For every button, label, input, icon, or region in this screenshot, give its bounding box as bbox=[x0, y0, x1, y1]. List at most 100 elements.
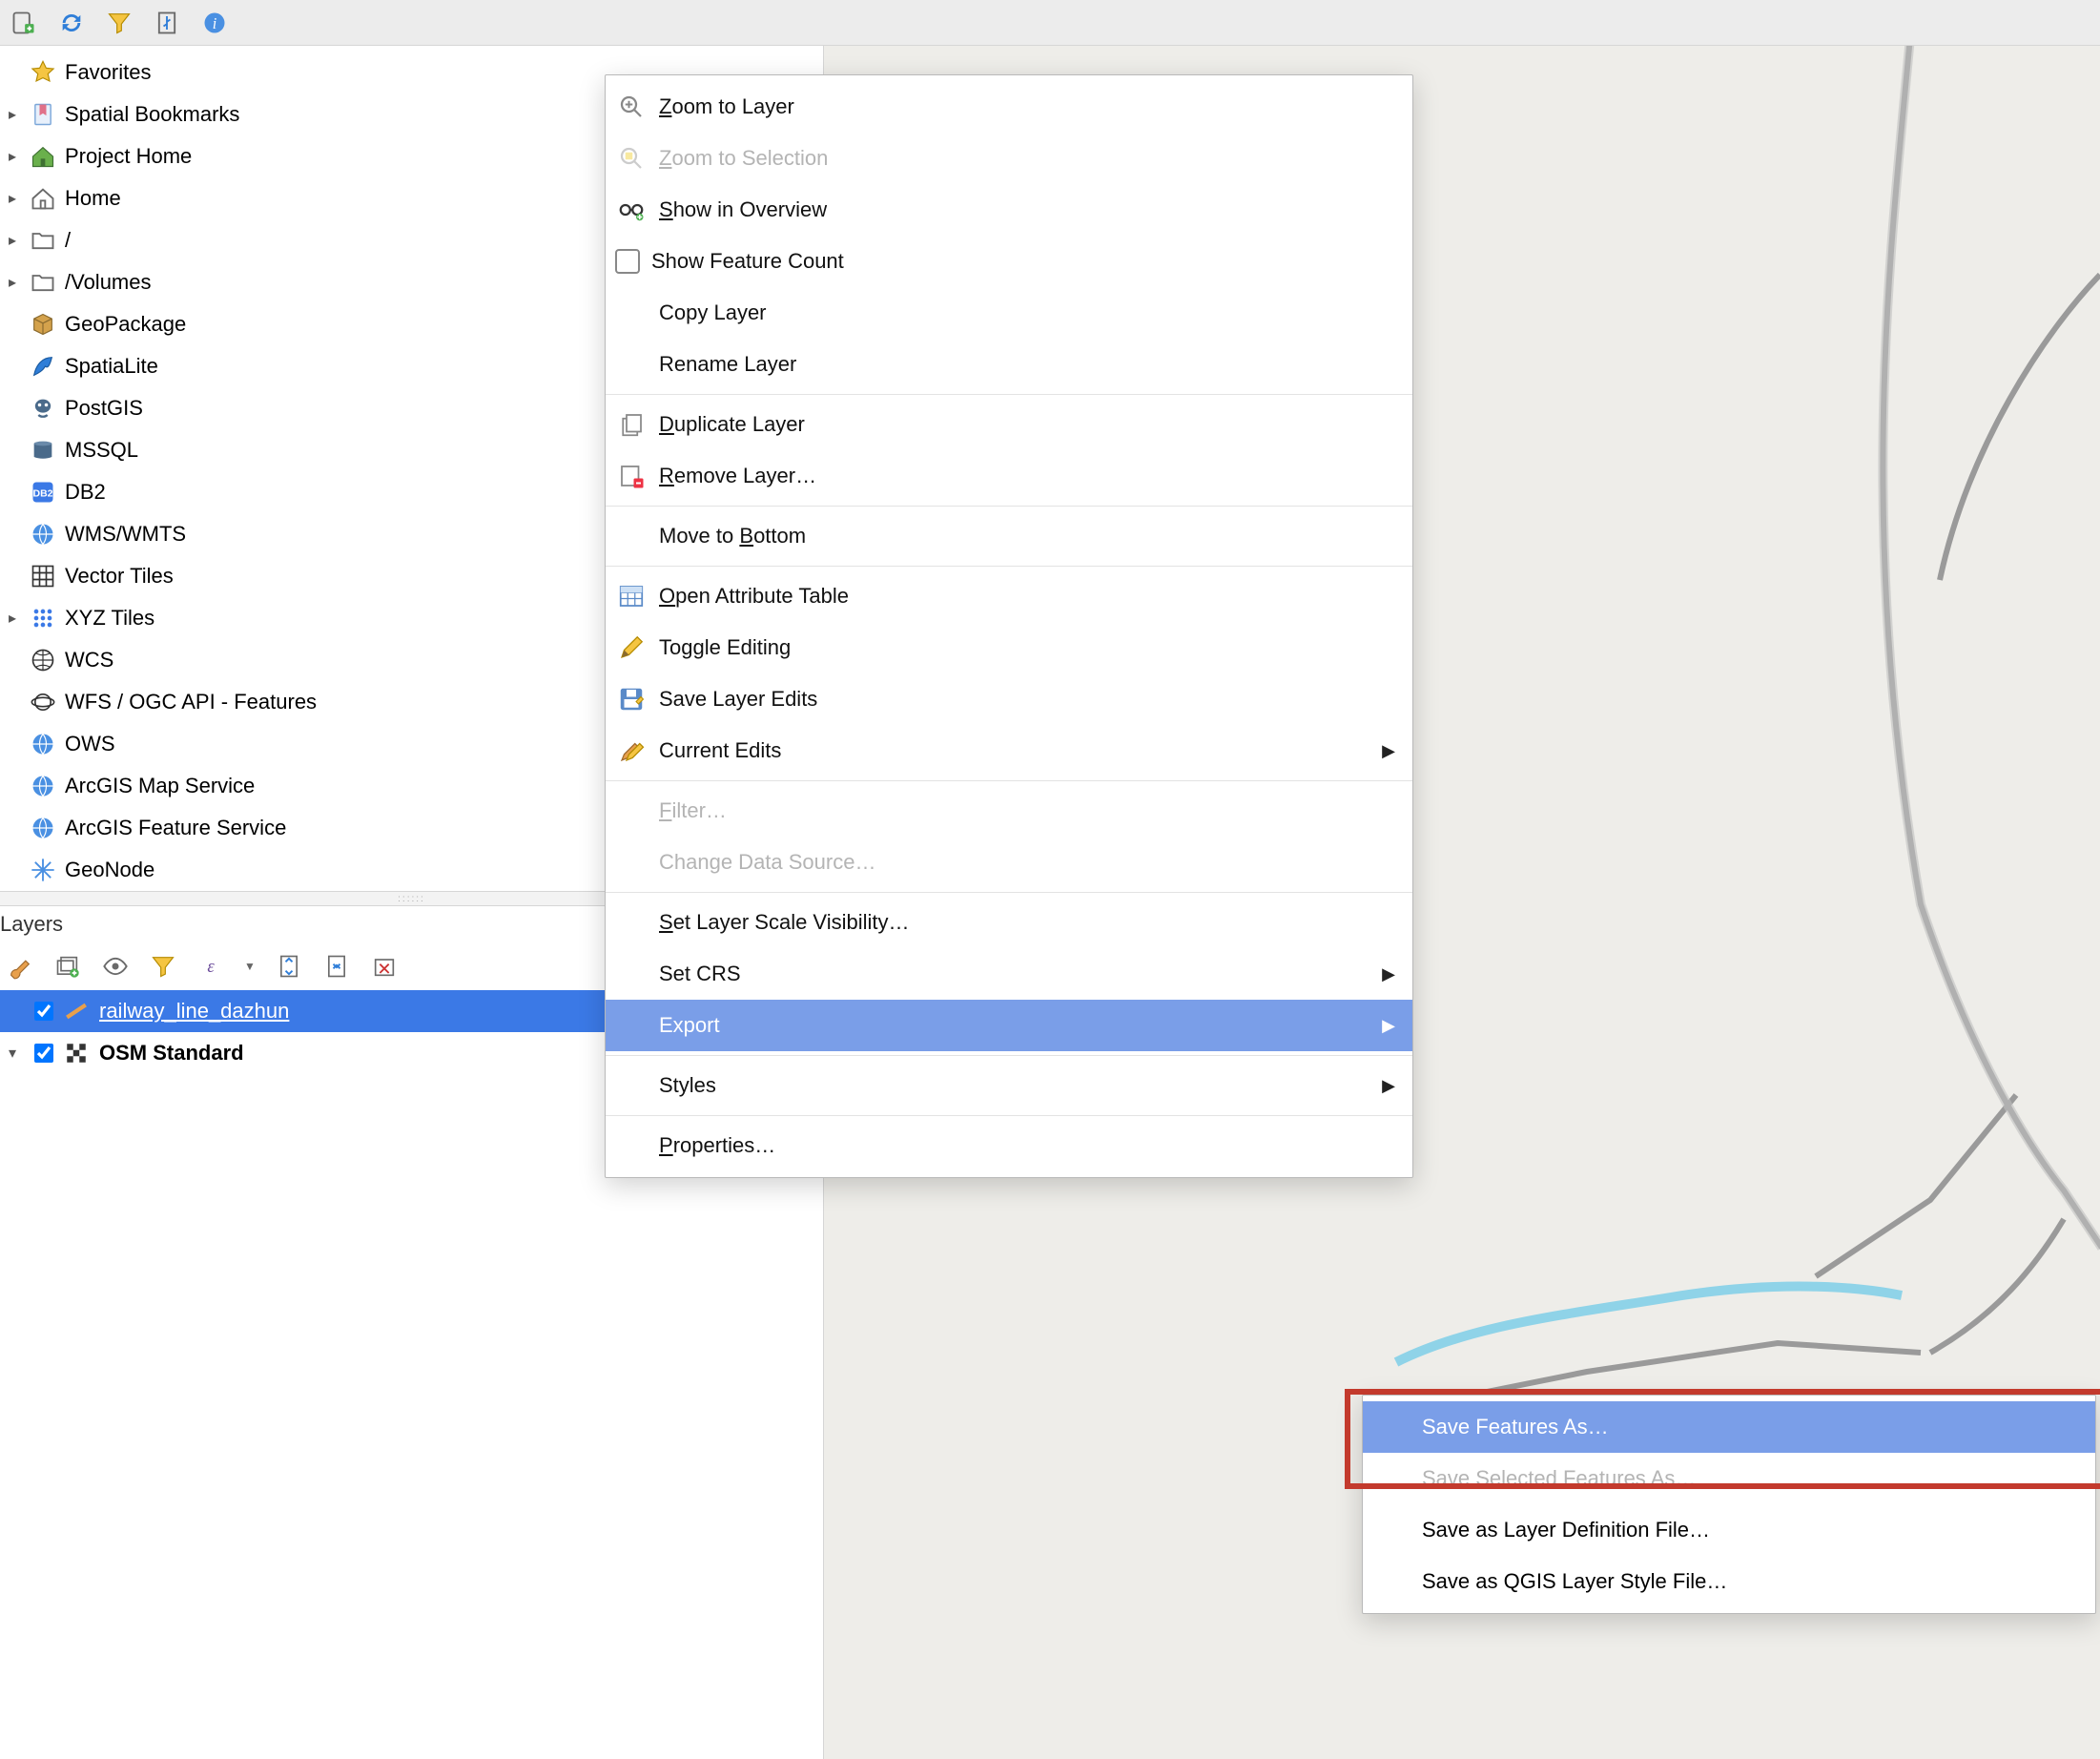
collapse-all-icon[interactable] bbox=[322, 952, 351, 981]
globe-ring-icon bbox=[29, 688, 57, 716]
browser-item-label: ArcGIS Map Service bbox=[65, 774, 255, 798]
layer-label: OSM Standard bbox=[99, 1041, 244, 1066]
context-menu-label: Toggle Editing bbox=[659, 635, 791, 660]
context-menu-label: Filter… bbox=[659, 798, 727, 823]
remove-layer-icon bbox=[615, 460, 648, 492]
context-menu-item-duplicate-layer[interactable]: Duplicate Layer bbox=[606, 399, 1412, 450]
folder-icon bbox=[29, 268, 57, 297]
context-menu-item-rename-layer[interactable]: Rename Layer bbox=[606, 339, 1412, 390]
context-menu-item-show-feature-count[interactable]: Show Feature Count bbox=[606, 236, 1412, 287]
browser-item-label: GeoNode bbox=[65, 858, 154, 882]
browser-toolbar bbox=[0, 0, 2100, 46]
browser-item-label: Home bbox=[65, 186, 121, 211]
submenu-arrow-icon: ▶ bbox=[1382, 1076, 1395, 1096]
context-menu-item-show-in-overview[interactable]: Show in Overview bbox=[606, 184, 1412, 236]
grid-dots-icon bbox=[29, 604, 57, 632]
context-menu-item-save-layer-edits[interactable]: Save Layer Edits bbox=[606, 673, 1412, 725]
dropdown-caret[interactable]: ▼ bbox=[244, 960, 256, 973]
browser-item-label: Vector Tiles bbox=[65, 564, 174, 589]
add-group-icon[interactable] bbox=[53, 952, 82, 981]
eye-icon[interactable] bbox=[101, 952, 130, 981]
save-edits-icon bbox=[615, 683, 648, 715]
globe-icon bbox=[29, 772, 57, 800]
expander-icon[interactable]: ▸ bbox=[4, 231, 21, 250]
geopackage-icon bbox=[29, 310, 57, 339]
context-menu-label: Save Layer Edits bbox=[659, 687, 817, 712]
context-menu-item-move-to-bottom[interactable]: Move to Bottom bbox=[606, 510, 1412, 562]
context-menu-separator bbox=[606, 780, 1412, 781]
submenu-arrow-icon: ▶ bbox=[1382, 741, 1395, 761]
context-menu-separator bbox=[606, 1055, 1412, 1056]
context-menu-separator bbox=[606, 394, 1412, 395]
expander-icon[interactable]: ▸ bbox=[4, 609, 21, 628]
context-menu-separator bbox=[606, 506, 1412, 507]
submenu-label: Save Features As… bbox=[1422, 1415, 1609, 1439]
context-menu-label: Move to Bottom bbox=[659, 524, 806, 548]
expand-all-icon[interactable] bbox=[275, 952, 303, 981]
expander-icon[interactable]: ▸ bbox=[4, 105, 21, 124]
zoom-in-icon bbox=[615, 91, 648, 123]
context-menu-item-zoom-to-layer[interactable]: Zoom to Layer bbox=[606, 81, 1412, 133]
layer-symbol-icon bbox=[63, 1040, 90, 1066]
collapse-icon[interactable] bbox=[153, 9, 181, 37]
context-menu-item-current-edits[interactable]: Current Edits ▶ bbox=[606, 725, 1412, 776]
context-menu-label: Set Layer Scale Visibility… bbox=[659, 910, 910, 935]
layer-visibility-checkbox[interactable] bbox=[34, 1044, 53, 1063]
context-menu-label: Set CRS bbox=[659, 962, 741, 986]
context-menu-label: Copy Layer bbox=[659, 300, 767, 325]
add-layer-icon[interactable] bbox=[10, 9, 38, 37]
submenu-item-save-as-layer-definition[interactable]: Save as Layer Definition File… bbox=[1363, 1504, 2095, 1556]
refresh-icon[interactable] bbox=[57, 9, 86, 37]
globe-grid-icon bbox=[29, 646, 57, 674]
expander-icon[interactable]: ▸ bbox=[4, 273, 21, 292]
layer-label: railway_line_dazhun bbox=[99, 999, 289, 1024]
context-menu-item-properties[interactable]: Properties… bbox=[606, 1120, 1412, 1171]
context-menu-item-open-attribute-table[interactable]: Open Attribute Table bbox=[606, 570, 1412, 622]
checkbox-icon[interactable] bbox=[615, 249, 640, 274]
expander-icon[interactable]: ▾ bbox=[0, 1044, 25, 1063]
remove-icon[interactable] bbox=[370, 952, 399, 981]
filter-icon[interactable] bbox=[105, 9, 134, 37]
info-icon[interactable] bbox=[200, 9, 229, 37]
context-menu-item-styles[interactable]: Styles ▶ bbox=[606, 1060, 1412, 1111]
context-menu-item-remove-layer[interactable]: Remove Layer… bbox=[606, 450, 1412, 502]
browser-item-label: / bbox=[65, 228, 71, 253]
context-menu-separator bbox=[606, 1115, 1412, 1116]
table-icon bbox=[615, 580, 648, 612]
context-menu-item-zoom-to-selection: Zoom to Selection bbox=[606, 133, 1412, 184]
context-menu-label: Zoom to Selection bbox=[659, 146, 828, 171]
expander-icon[interactable]: ▸ bbox=[4, 189, 21, 208]
submenu-item-save-features-as[interactable]: Save Features As… bbox=[1363, 1401, 2095, 1453]
context-menu-separator bbox=[606, 892, 1412, 893]
context-menu-label: Current Edits bbox=[659, 738, 781, 763]
context-menu-label: Export bbox=[659, 1013, 720, 1038]
context-menu-label: Styles bbox=[659, 1073, 716, 1098]
browser-item-label: XYZ Tiles bbox=[65, 606, 154, 631]
context-menu-item-set-crs[interactable]: Set CRS ▶ bbox=[606, 948, 1412, 1000]
glasses-icon bbox=[615, 194, 648, 226]
folder-icon bbox=[29, 226, 57, 255]
context-menu-label: Open Attribute Table bbox=[659, 584, 849, 609]
submenu-arrow-icon: ▶ bbox=[1382, 964, 1395, 984]
submenu-label: Save as QGIS Layer Style File… bbox=[1422, 1569, 1727, 1594]
filter-icon[interactable] bbox=[149, 952, 177, 981]
db2-icon bbox=[29, 478, 57, 507]
star-icon bbox=[29, 58, 57, 87]
style-brush-icon[interactable] bbox=[6, 952, 34, 981]
context-menu-item-filter: Filter… bbox=[606, 785, 1412, 837]
browser-item-label: Favorites bbox=[65, 60, 151, 85]
expression-icon[interactable] bbox=[196, 952, 225, 981]
layer-visibility-checkbox[interactable] bbox=[34, 1002, 53, 1021]
grid-icon bbox=[29, 562, 57, 590]
submenu-item-save-selected-features-as: Save Selected Features As… bbox=[1363, 1453, 2095, 1504]
context-menu-item-export[interactable]: Export▶ bbox=[606, 1000, 1412, 1051]
submenu-item-save-as-qgis-style[interactable]: Save as QGIS Layer Style File… bbox=[1363, 1556, 2095, 1607]
context-menu-item-copy-layer[interactable]: Copy Layer bbox=[606, 287, 1412, 339]
context-menu-label: Change Data Source… bbox=[659, 850, 875, 875]
context-menu-item-toggle-editing[interactable]: Toggle Editing bbox=[606, 622, 1412, 673]
context-menu-item-change-data-source: Change Data Source… bbox=[606, 837, 1412, 888]
context-menu-item-set-layer-scale-visibility[interactable]: Set Layer Scale Visibility… bbox=[606, 897, 1412, 948]
bookmark-icon bbox=[29, 100, 57, 129]
expander-icon[interactable]: ▸ bbox=[4, 147, 21, 166]
browser-item-label: OWS bbox=[65, 732, 115, 756]
